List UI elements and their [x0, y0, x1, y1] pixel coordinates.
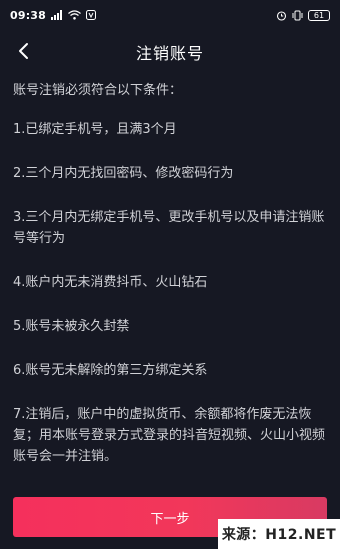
- condition-item: 6.账号无未解除的第三方绑定关系: [13, 363, 208, 378]
- status-bar: 09:38 61: [0, 0, 340, 30]
- condition-item: 5.账号未被永久封禁: [13, 319, 130, 334]
- signal-icon: [51, 10, 63, 20]
- status-right: 61: [276, 9, 330, 21]
- condition-item: 1.已绑定手机号，且满3个月: [13, 122, 177, 137]
- condition-item: 2.三个月内无找回密码、修改密码行为: [13, 166, 234, 181]
- source-watermark: 来源：H12.NET: [218, 519, 340, 549]
- app-notification-icon: [86, 10, 97, 20]
- condition-item: 3.三个月内无绑定手机号、更改手机号以及申请注销账号等行为: [13, 210, 325, 246]
- status-time: 09:38: [10, 8, 47, 22]
- battery-icon: 61: [308, 9, 330, 21]
- conditions-intro: 账号注销必须符合以下条件：: [13, 83, 183, 98]
- condition-item: 7.注销后，账户中的虚拟货币、余额都将作废无法恢复；用本账号登录方式登录的抖音短…: [13, 407, 326, 464]
- status-left: 09:38: [10, 8, 97, 22]
- vibrate-icon: [292, 10, 303, 21]
- header: 注销账号: [0, 30, 340, 74]
- alarm-icon: [276, 10, 287, 21]
- conditions-content: 账号注销必须符合以下条件： 1.已绑定手机号，且满3个月 2.三个月内无找回密码…: [13, 80, 331, 467]
- wifi-icon: [68, 10, 81, 20]
- page-title: 注销账号: [135, 44, 204, 63]
- condition-item: 4.账户内无未消费抖币、火山钻石: [13, 275, 208, 290]
